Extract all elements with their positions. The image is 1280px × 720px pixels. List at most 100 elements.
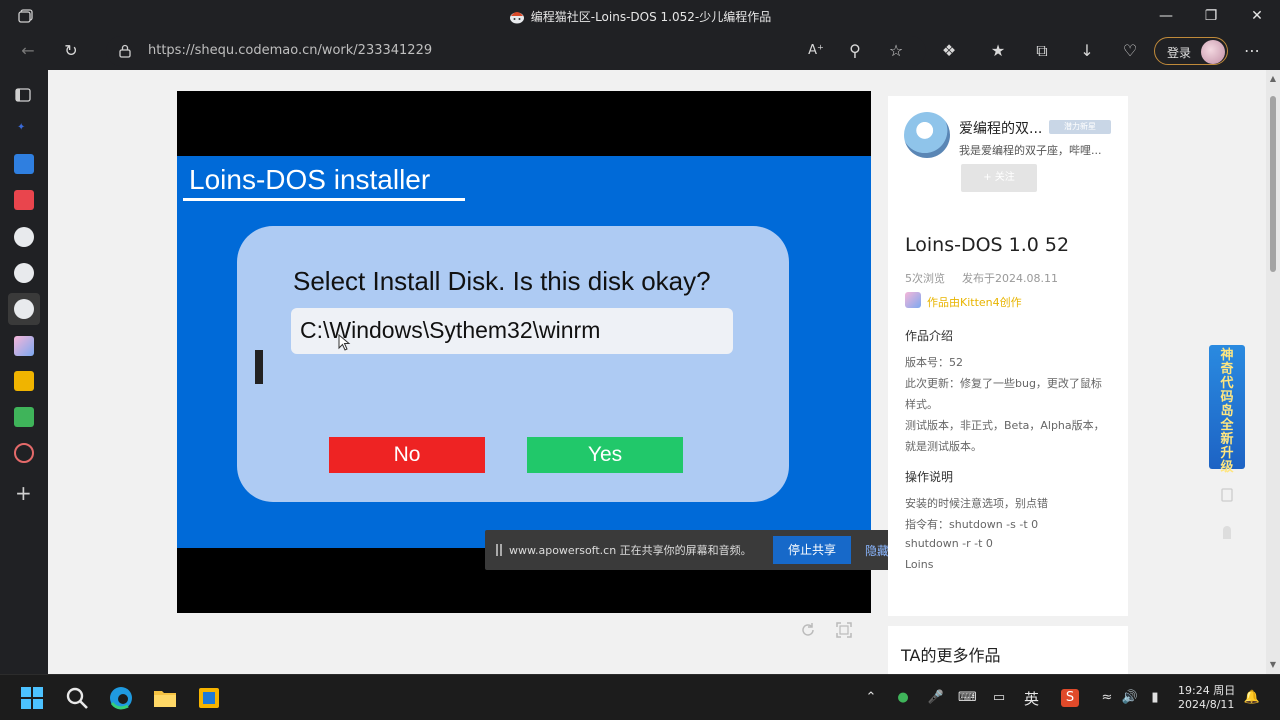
zoom-out-icon[interactable]: ⚲ xyxy=(845,41,865,61)
address-field[interactable]: https://shequ.codemao.cn/work/233341229 xyxy=(106,36,926,66)
mouse-pointer-icon xyxy=(338,334,351,351)
window-title-text: 编程猫社区-Loins-DOS 1.052-少儿编程作品 xyxy=(530,10,772,24)
work-info-card: 爱编程的双... 潜力新星 我是爱编程的双子座，哔哩... + 关注 Loins… xyxy=(888,96,1128,616)
sidebar-panel-icon[interactable] xyxy=(15,87,31,103)
kitten-editor-icon xyxy=(905,292,921,308)
install-dialog: Select Install Disk. Is this disk okay? … xyxy=(237,226,789,502)
windows-start-icon[interactable] xyxy=(19,685,45,711)
ime-indicator[interactable]: 英 xyxy=(1024,688,1039,709)
author-name[interactable]: 爱编程的双... xyxy=(959,118,1042,138)
share-message: www.apowersoft.cn 正在共享你的屏幕和音频。 xyxy=(509,544,752,557)
edge-browser-icon[interactable] xyxy=(108,685,134,711)
edge-sidebar: ✦ + xyxy=(0,70,48,674)
intro-heading: 作品介绍 xyxy=(905,329,954,343)
sidebar-app-pink-icon[interactable] xyxy=(14,336,34,356)
sidebar-codemao-icon-1[interactable] xyxy=(14,227,34,247)
intro-line: 就是测试版本。 xyxy=(905,440,982,453)
file-explorer-icon[interactable] xyxy=(152,685,178,711)
stop-sharing-button[interactable]: 停止共享 xyxy=(773,536,851,564)
scroll-up-icon[interactable]: ▲ xyxy=(1268,74,1278,83)
restore-icon[interactable]: ❐ xyxy=(1201,6,1221,26)
scroll-down-icon[interactable]: ▼ xyxy=(1268,660,1278,669)
publish-date: 发布于2024.08.11 xyxy=(962,272,1058,285)
fullscreen-icon[interactable] xyxy=(836,622,852,638)
operation-heading: 操作说明 xyxy=(905,470,954,484)
url-text[interactable]: https://shequ.codemao.cn/work/233341229 xyxy=(148,43,432,58)
follow-button[interactable]: + 关注 xyxy=(961,164,1037,192)
window-title: 编程猫社区-Loins-DOS 1.052-少儿编程作品 xyxy=(0,8,1280,25)
game-stage[interactable]: Loins-DOS installer Select Install Disk.… xyxy=(177,91,901,613)
favorites-icon[interactable]: ★ xyxy=(988,41,1008,61)
login-button[interactable]: 登录 xyxy=(1154,37,1228,65)
close-icon[interactable]: ✕ xyxy=(1247,6,1267,26)
no-button[interactable]: No xyxy=(329,437,485,473)
back-to-top-icon[interactable] xyxy=(1220,524,1234,540)
lock-icon[interactable] xyxy=(118,44,132,58)
display-icon[interactable]: ▭ xyxy=(990,689,1008,707)
notification-bell-icon[interactable]: 🔔 xyxy=(1243,689,1261,707)
minimize-icon[interactable]: — xyxy=(1156,6,1176,26)
favorite-star-icon[interactable]: ☆ xyxy=(886,41,906,61)
volume-icon[interactable]: 🔊 xyxy=(1121,689,1139,707)
drag-handle-icon[interactable] xyxy=(495,544,503,556)
intro-line: 样式。 xyxy=(905,398,938,411)
sidebar-add-icon[interactable]: + xyxy=(15,483,32,503)
more-menu-icon[interactable]: ⋯ xyxy=(1242,41,1262,61)
app-window-icon[interactable] xyxy=(196,685,222,711)
sidebar-app-blue-icon[interactable] xyxy=(14,154,34,174)
microphone-icon[interactable]: 🎤 xyxy=(927,689,945,707)
edge-copilot-icon[interactable]: ✦ xyxy=(17,122,29,134)
yes-button[interactable]: Yes xyxy=(527,437,683,473)
sidebar-codemao-icon-2[interactable] xyxy=(14,263,34,283)
hide-button[interactable]: 隐藏 xyxy=(865,542,889,559)
clock-time[interactable]: 19:24 周日 xyxy=(1178,682,1235,698)
intro-line: 测试版本，非正式，Beta，Alpha版本， xyxy=(905,419,1105,432)
address-bar-row: ← ↻ https://shequ.codemao.cn/work/233341… xyxy=(0,32,1280,70)
text-cursor xyxy=(255,350,263,384)
disk-path-field[interactable]: C:\Windows\Sythem32\winrm xyxy=(291,308,733,354)
title-bar: 编程猫社区-Loins-DOS 1.052-少儿编程作品 — ❐ ✕ xyxy=(0,0,1280,32)
battery-icon[interactable]: ▮ xyxy=(1146,689,1164,707)
read-aloud-icon[interactable]: A⁺ xyxy=(806,41,826,61)
view-count: 5次浏览 xyxy=(905,272,945,285)
sidebar-app-green-icon[interactable] xyxy=(14,407,34,427)
login-label: 登录 xyxy=(1167,46,1192,60)
work-title: Loins-DOS 1.0 52 xyxy=(905,234,1070,256)
author-bio: 我是爱编程的双子座，哔哩... xyxy=(959,144,1102,157)
restart-icon[interactable] xyxy=(800,622,816,638)
back-arrow-icon[interactable]: ← xyxy=(18,41,38,61)
downloads-icon[interactable]: ↓ xyxy=(1077,41,1097,61)
wifi-icon[interactable]: ≈ xyxy=(1098,689,1116,707)
scroll-thumb[interactable] xyxy=(1270,96,1276,272)
tray-app-icon[interactable]: ● xyxy=(894,689,912,707)
clock-date[interactable]: 2024/8/11 xyxy=(1178,698,1234,711)
windows-taskbar: ⌃ ● 🎤 ⌨ ▭ 英 S ≈ 🔊 ▮ 19:24 周日 2024/8/11 🔔 xyxy=(0,674,1280,720)
author-avatar[interactable] xyxy=(904,112,950,158)
operation-line: 安装的时候注意选项，别点错 xyxy=(905,497,1048,510)
refresh-icon[interactable]: ↻ xyxy=(61,41,81,61)
operation-line: Loins xyxy=(905,558,934,571)
browser-essentials-icon[interactable]: ♡ xyxy=(1120,41,1140,61)
promo-banner[interactable]: 神奇代码岛全新升级 xyxy=(1209,345,1245,475)
tray-overflow-icon[interactable]: ⌃ xyxy=(862,689,880,707)
collections-icon[interactable]: ⧉ xyxy=(1032,41,1052,61)
sidebar-app-red-icon[interactable] xyxy=(14,190,34,210)
sidebar-codemao-icon-3[interactable] xyxy=(14,299,34,319)
creator-tool[interactable]: 作品由Kitten4创作 xyxy=(927,294,1022,310)
profile-avatar xyxy=(1201,40,1225,64)
sidebar-app-yellow-icon[interactable] xyxy=(14,371,34,391)
codemao-favicon-icon xyxy=(509,12,524,24)
author-badge: 潜力新星 xyxy=(1049,120,1111,134)
feedback-icon[interactable] xyxy=(1220,488,1234,502)
operation-line: 指令有：shutdown -s -t 0 xyxy=(905,518,1039,531)
installer-screen: Loins-DOS installer Select Install Disk.… xyxy=(177,156,871,548)
sidebar-record-icon[interactable] xyxy=(14,443,34,463)
search-icon[interactable] xyxy=(64,685,90,711)
screen-share-bar: www.apowersoft.cn 正在共享你的屏幕和音频。 停止共享 隐藏 xyxy=(485,530,901,570)
intro-line: 此次更新：修复了一些bug，更改了鼠标 xyxy=(905,377,1102,390)
page-scrollbar[interactable]: ▲ ▼ xyxy=(1266,70,1280,674)
web-page: Loins-DOS installer Select Install Disk.… xyxy=(48,70,1266,674)
extensions-icon[interactable]: ❖ xyxy=(939,41,959,61)
keyboard-icon[interactable]: ⌨ xyxy=(958,689,977,707)
sogou-ime-icon[interactable]: S xyxy=(1061,689,1079,707)
